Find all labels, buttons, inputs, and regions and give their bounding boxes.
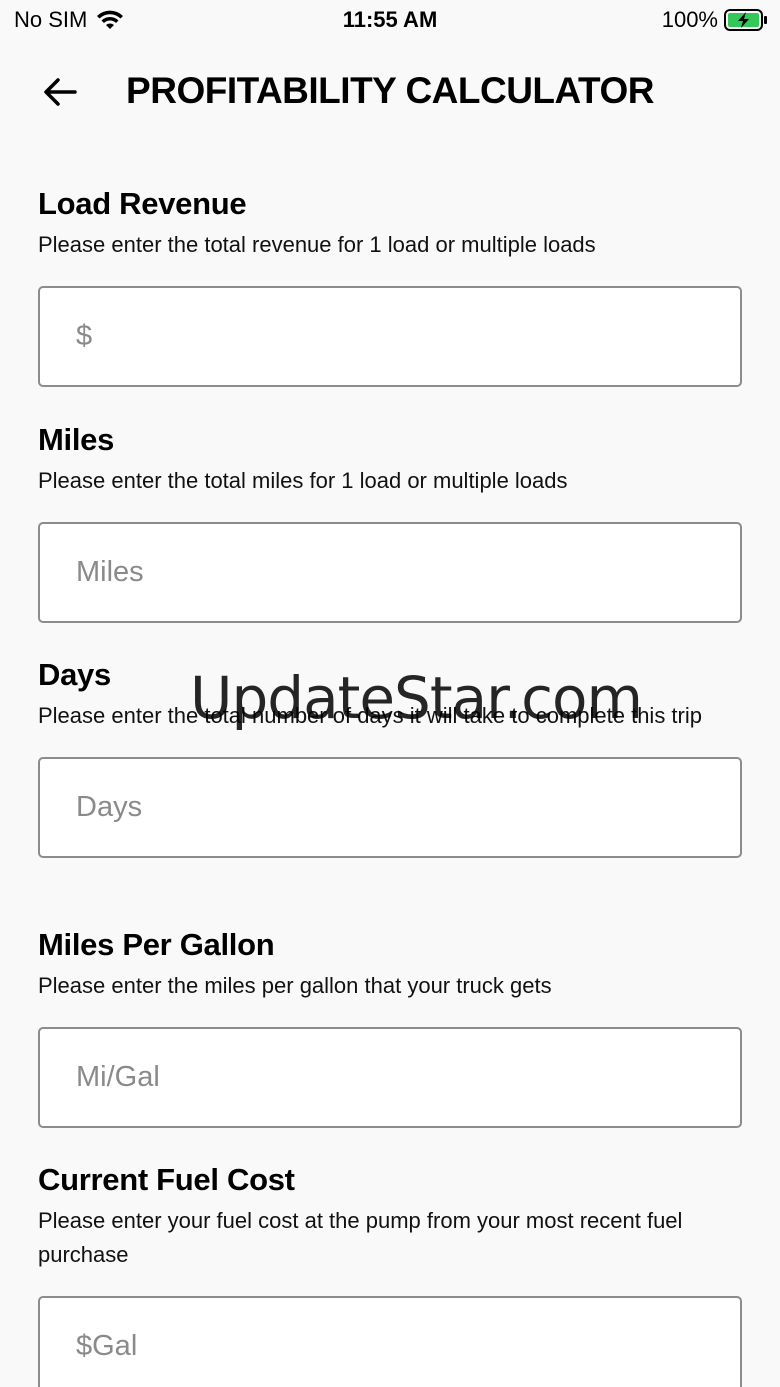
field-label: Current Fuel Cost xyxy=(38,1162,295,1197)
screen: No SIM 11:55 AM 100% PROFITABILITY CALCU… xyxy=(0,0,780,1387)
page-title: PROFITABILITY CALCULATOR xyxy=(126,70,654,111)
days-input[interactable] xyxy=(38,757,742,858)
field-help: Please enter the total miles for 1 load … xyxy=(38,468,568,493)
field-load-revenue: Load Revenue Please enter the total reve… xyxy=(38,186,742,387)
field-label: Miles xyxy=(38,422,115,457)
battery-percent: 100% xyxy=(661,7,718,32)
field-help: Please enter the total revenue for 1 loa… xyxy=(38,232,596,257)
fuel-cost-input[interactable] xyxy=(38,1296,742,1387)
field-days: Days Please enter the total number of da… xyxy=(38,657,742,858)
field-miles: Miles Please enter the total miles for 1… xyxy=(38,422,742,623)
field-label: Miles Per Gallon xyxy=(38,927,275,962)
status-bar: No SIM 11:55 AM 100% xyxy=(0,0,780,40)
field-label: Days xyxy=(38,657,111,692)
load-revenue-input[interactable] xyxy=(38,286,742,387)
field-help: Please enter the miles per gallon that y… xyxy=(38,973,552,998)
field-label: Load Revenue xyxy=(38,186,247,221)
field-current-fuel-cost: Current Fuel Cost Please enter your fuel… xyxy=(38,1162,742,1387)
status-right: 100% xyxy=(662,7,768,33)
header: PROFITABILITY CALCULATOR xyxy=(0,60,780,124)
field-help: Please enter the total number of days it… xyxy=(38,703,702,728)
field-miles-per-gallon: Miles Per Gallon Please enter the miles … xyxy=(38,927,742,1128)
miles-input[interactable] xyxy=(38,522,742,623)
field-help: Please enter your fuel cost at the pump … xyxy=(38,1208,683,1267)
battery-charging-icon xyxy=(724,9,768,31)
miles-per-gallon-input[interactable] xyxy=(38,1027,742,1128)
